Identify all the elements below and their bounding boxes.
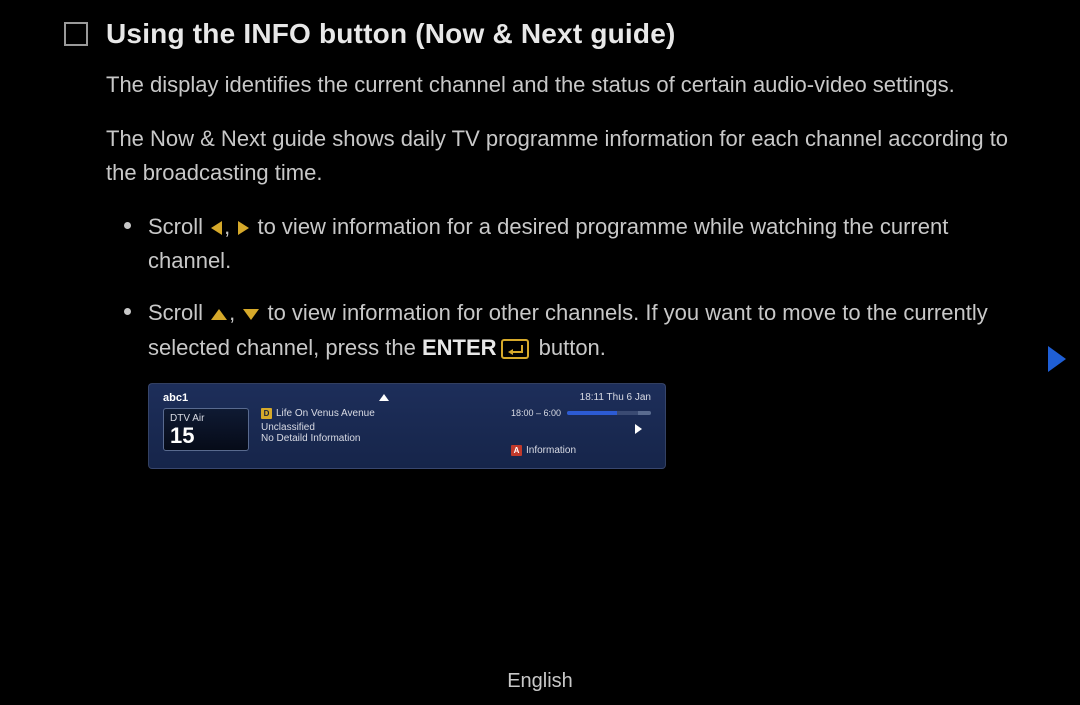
comma: , xyxy=(224,214,236,239)
osd-source-label: DTV Air xyxy=(170,413,242,424)
comma: , xyxy=(229,300,241,325)
footer-language: English xyxy=(0,670,1080,693)
osd-channel-name: abc1 xyxy=(163,392,188,404)
info-osd-panel: abc1 18:11 Thu 6 Jan DTV Air 15 D Life O… xyxy=(148,383,666,469)
down-arrow-icon xyxy=(243,309,259,320)
osd-info-label: Information xyxy=(526,445,576,456)
left-arrow-icon xyxy=(211,221,222,235)
osd-programme-title: Life On Venus Avenue xyxy=(276,408,375,419)
bullet-scroll-horizontal: Scroll , to view information for a desir… xyxy=(148,210,1016,278)
osd-progress-bar xyxy=(567,411,651,415)
bullet-text: to view information for a desired progra… xyxy=(148,214,948,273)
osd-channel-number: 15 xyxy=(170,424,242,448)
osd-up-arrow-icon xyxy=(379,394,389,401)
intro-paragraph-1: The display identifies the current chann… xyxy=(106,68,1016,102)
enter-label: ENTER xyxy=(422,335,497,360)
right-arrow-icon xyxy=(238,221,249,235)
manual-section-icon xyxy=(64,22,88,46)
next-page-button[interactable] xyxy=(1048,346,1066,372)
osd-rating: Unclassified xyxy=(261,422,499,433)
osd-right-arrow-icon xyxy=(635,424,642,434)
enter-icon xyxy=(501,339,529,359)
osd-time-range: 18:00 – 6:00 xyxy=(511,408,561,418)
bullet-text: Scroll xyxy=(148,214,209,239)
osd-clock: 18:11 Thu 6 Jan xyxy=(580,392,651,403)
bullet-text: Scroll xyxy=(148,300,209,325)
osd-digital-badge-icon: D xyxy=(261,408,272,419)
osd-channel-box: DTV Air 15 xyxy=(163,408,249,451)
osd-detail: No Detaild Information xyxy=(261,433,499,444)
bullet-scroll-vertical: Scroll , to view information for other c… xyxy=(148,296,1016,364)
osd-red-button-icon: A xyxy=(511,445,522,456)
bullet-text: button. xyxy=(533,335,606,360)
osd-programme-block: D Life On Venus Avenue Unclassified No D… xyxy=(261,408,499,444)
page-title: Using the INFO button (Now & Next guide) xyxy=(106,18,676,50)
intro-paragraph-2: The Now & Next guide shows daily TV prog… xyxy=(106,122,1016,190)
up-arrow-icon xyxy=(211,309,227,320)
